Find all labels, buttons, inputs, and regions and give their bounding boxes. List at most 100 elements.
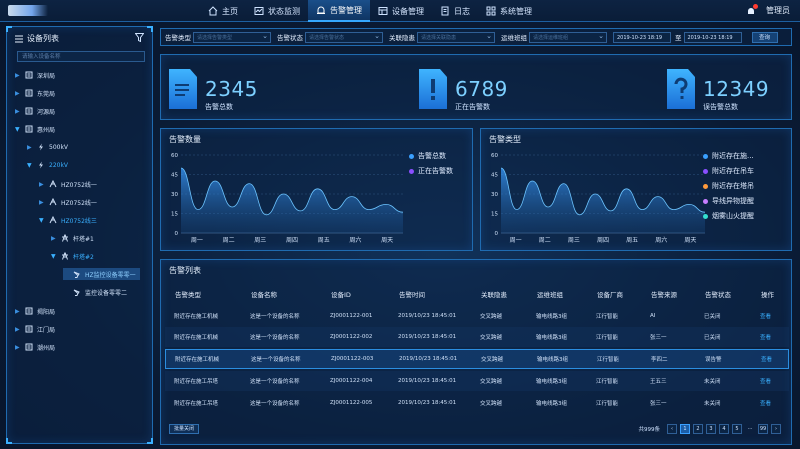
caret-right-icon[interactable]: ▶ [39,199,45,206]
tree-node[interactable]: ▶ 杆塔#1 [51,232,94,244]
alarm-list-panel: 告警列表 告警类型 设备名称 设备ID 告警时间 关联隐患 运维班组 设备厂商 告警来源 告警状… [160,259,792,445]
caret-down-icon[interactable]: ▼ [15,126,21,133]
caret-down-icon[interactable]: ▼ [27,162,33,169]
caret-right-icon[interactable]: ▶ [15,90,21,97]
caret-right-icon[interactable]: ▶ [51,235,57,242]
date-from-input[interactable]: 2019-10-23 18:19 [613,31,671,43]
tree-node[interactable]: HZ监控设备零零一 [63,268,140,280]
view-link[interactable]: 查看 [760,306,771,326]
legend-item[interactable]: 附近存在施... [703,151,754,161]
alarm-status-select[interactable]: 请选择告警状态 [305,31,383,43]
legend-dot [703,153,708,159]
page-button[interactable]: 5 [732,424,742,434]
caret-right-icon[interactable]: ▶ [15,72,21,79]
tree-node[interactable]: ▼ 杆塔#2 [51,250,94,262]
building-icon [25,343,33,351]
table-cell: 附近存在施工吊塔 [174,401,219,407]
view-link[interactable]: 查看 [760,327,771,347]
column-header: 关联隐患 [481,291,507,299]
table-row[interactable]: 附近存在施工吊塔 这是一个设备的名称 ZJ0001122-005 2019/10/23… [165,393,789,413]
tree-node[interactable]: 监控设备零零二 [63,286,127,298]
tree-node[interactable]: ▼ 惠州局 [15,123,55,135]
table-cell: ZJ0001122-001 [330,313,373,319]
legend-item[interactable]: 烟雾山火提醒 [703,211,754,221]
table-cell: 2019/10/23 18:45:01 [398,334,457,340]
caret-down-icon[interactable]: ▼ [39,217,45,224]
table-cell: 张三一 [650,401,667,407]
bell-icon[interactable] [746,3,758,16]
page-button[interactable]: 1 [680,424,690,434]
caret-right-icon[interactable]: ▶ [15,344,21,351]
caret-right-icon[interactable]: ▶ [15,108,21,115]
table-cell: 2019/10/23 18:45:01 [399,356,458,362]
legend-item[interactable]: 正在告警数 [409,166,453,176]
view-link[interactable]: 查看 [760,393,771,413]
view-link[interactable]: 查看 [761,350,772,368]
nav-home[interactable]: 主页 [200,0,246,22]
table-row[interactable]: 附近存在施工机械 这是一个设备的名称 ZJ0001122-002 2019/10/23… [165,327,789,347]
page-button[interactable]: 99 [758,424,768,434]
table-cell: 2019/10/23 18:45:01 [398,400,457,406]
tree-node[interactable]: ▶ 东莞局 [15,87,55,99]
column-header: 运维班组 [537,291,563,299]
hazard-select[interactable]: 请选择关联隐患 [417,31,495,43]
table-row[interactable]: 附近存在施工机械 这是一个设备的名称 ZJ0001122-003 2019/10/23… [165,349,789,369]
page-list: 1 2 3 4 5... 99 [680,424,768,434]
tree-node[interactable]: ▶ 深圳局 [15,69,55,81]
table-cell: 输电线路3组 [536,401,567,407]
nav-monitor[interactable]: 状态监测 [246,0,308,22]
prev-page-button[interactable]: ‹ [667,424,677,434]
tree-node[interactable]: ▶ HZ0752线一 [39,196,97,208]
x-tick-label: 周二 [539,237,551,244]
power-line-icon [49,179,57,188]
nav-log[interactable]: 日志 [432,0,478,22]
y-tick-label: 60 [491,153,498,159]
tree-node[interactable]: ▶ 潮州局 [15,341,55,353]
nav-log-label: 日志 [454,6,470,16]
legend-item[interactable]: 附近存在吊车 [703,166,754,176]
caret-right-icon[interactable]: ▶ [15,326,21,333]
page-button[interactable]: 4 [719,424,729,434]
tree-node[interactable]: ▶ 河源局 [15,105,55,117]
nav-system[interactable]: 系统管理 [478,0,540,22]
total-count: 共999条 [638,427,661,433]
device-search-input[interactable]: 请输入设备名称 [17,51,145,62]
table-cell: 江行智能 [596,401,619,407]
query-button[interactable]: 查询 [751,31,778,43]
tree-node[interactable]: ▶ 揭阳局 [15,305,55,317]
legend-item[interactable]: 导线异物提醒 [703,196,754,206]
nav-alarm[interactable]: 告警管理 [308,0,370,22]
date-to-input[interactable]: 2019-10-23 18:19 [683,31,742,43]
page-button[interactable]: 2 [693,424,703,434]
legend-label: 附近存在吊车 [712,167,754,175]
view-link[interactable]: 查看 [760,371,771,391]
caret-down-icon[interactable]: ▼ [51,253,57,260]
team-label: 运维班组 [501,34,527,42]
tree-node[interactable]: ▼ 220kV [27,159,68,171]
next-page-button[interactable]: › [771,424,781,434]
legend-item[interactable]: 附近存在塔吊 [703,181,754,191]
x-tick-label: 周五 [318,237,330,244]
nav-device[interactable]: 设备管理 [370,0,432,22]
filter-icon[interactable] [135,33,144,42]
alarm-count-chart-panel: 告警数量 0 15 30 45 60 周一 周二 周三 周四 周五 周六 周天 告警总数 正在告警数 [160,128,473,251]
tree-node[interactable]: ▶ HZ0752线一 [39,178,97,190]
page-button[interactable]: 3 [706,424,716,434]
team-select[interactable]: 请选择运维班组 [529,31,607,43]
table-row[interactable]: 附近存在施工机械 这是一个设备的名称 ZJ0001122-001 2019/10/23… [165,306,789,326]
tree-node[interactable]: ▼ HZ0752线三 [39,214,97,226]
user-name[interactable]: 管理员 [766,5,790,16]
top-bar: 主页 状态监测 告警管理 设备管理 日志 系统管理 管理员 [0,0,800,22]
caret-right-icon[interactable]: ▶ [15,308,21,315]
batch-close-button[interactable]: 批量关闭 [169,424,200,434]
table-row[interactable]: 附近存在施工吊塔 这是一个设备的名称 ZJ0001122-004 2019/10/23… [165,371,789,391]
document-alarm-icon [169,69,197,109]
legend-item[interactable]: 告警总数 [409,151,453,161]
tree-node[interactable]: ▶ 500kV [27,141,68,153]
caret-right-icon[interactable]: ▶ [27,144,33,151]
tree-node[interactable]: ▶ 江门局 [15,323,55,335]
column-header: 告警来源 [651,291,677,299]
alarm-type-select[interactable]: 请选择告警类型 [193,31,271,43]
caret-right-icon[interactable]: ▶ [39,181,45,188]
device-list-header: 设备列表 [15,33,59,44]
